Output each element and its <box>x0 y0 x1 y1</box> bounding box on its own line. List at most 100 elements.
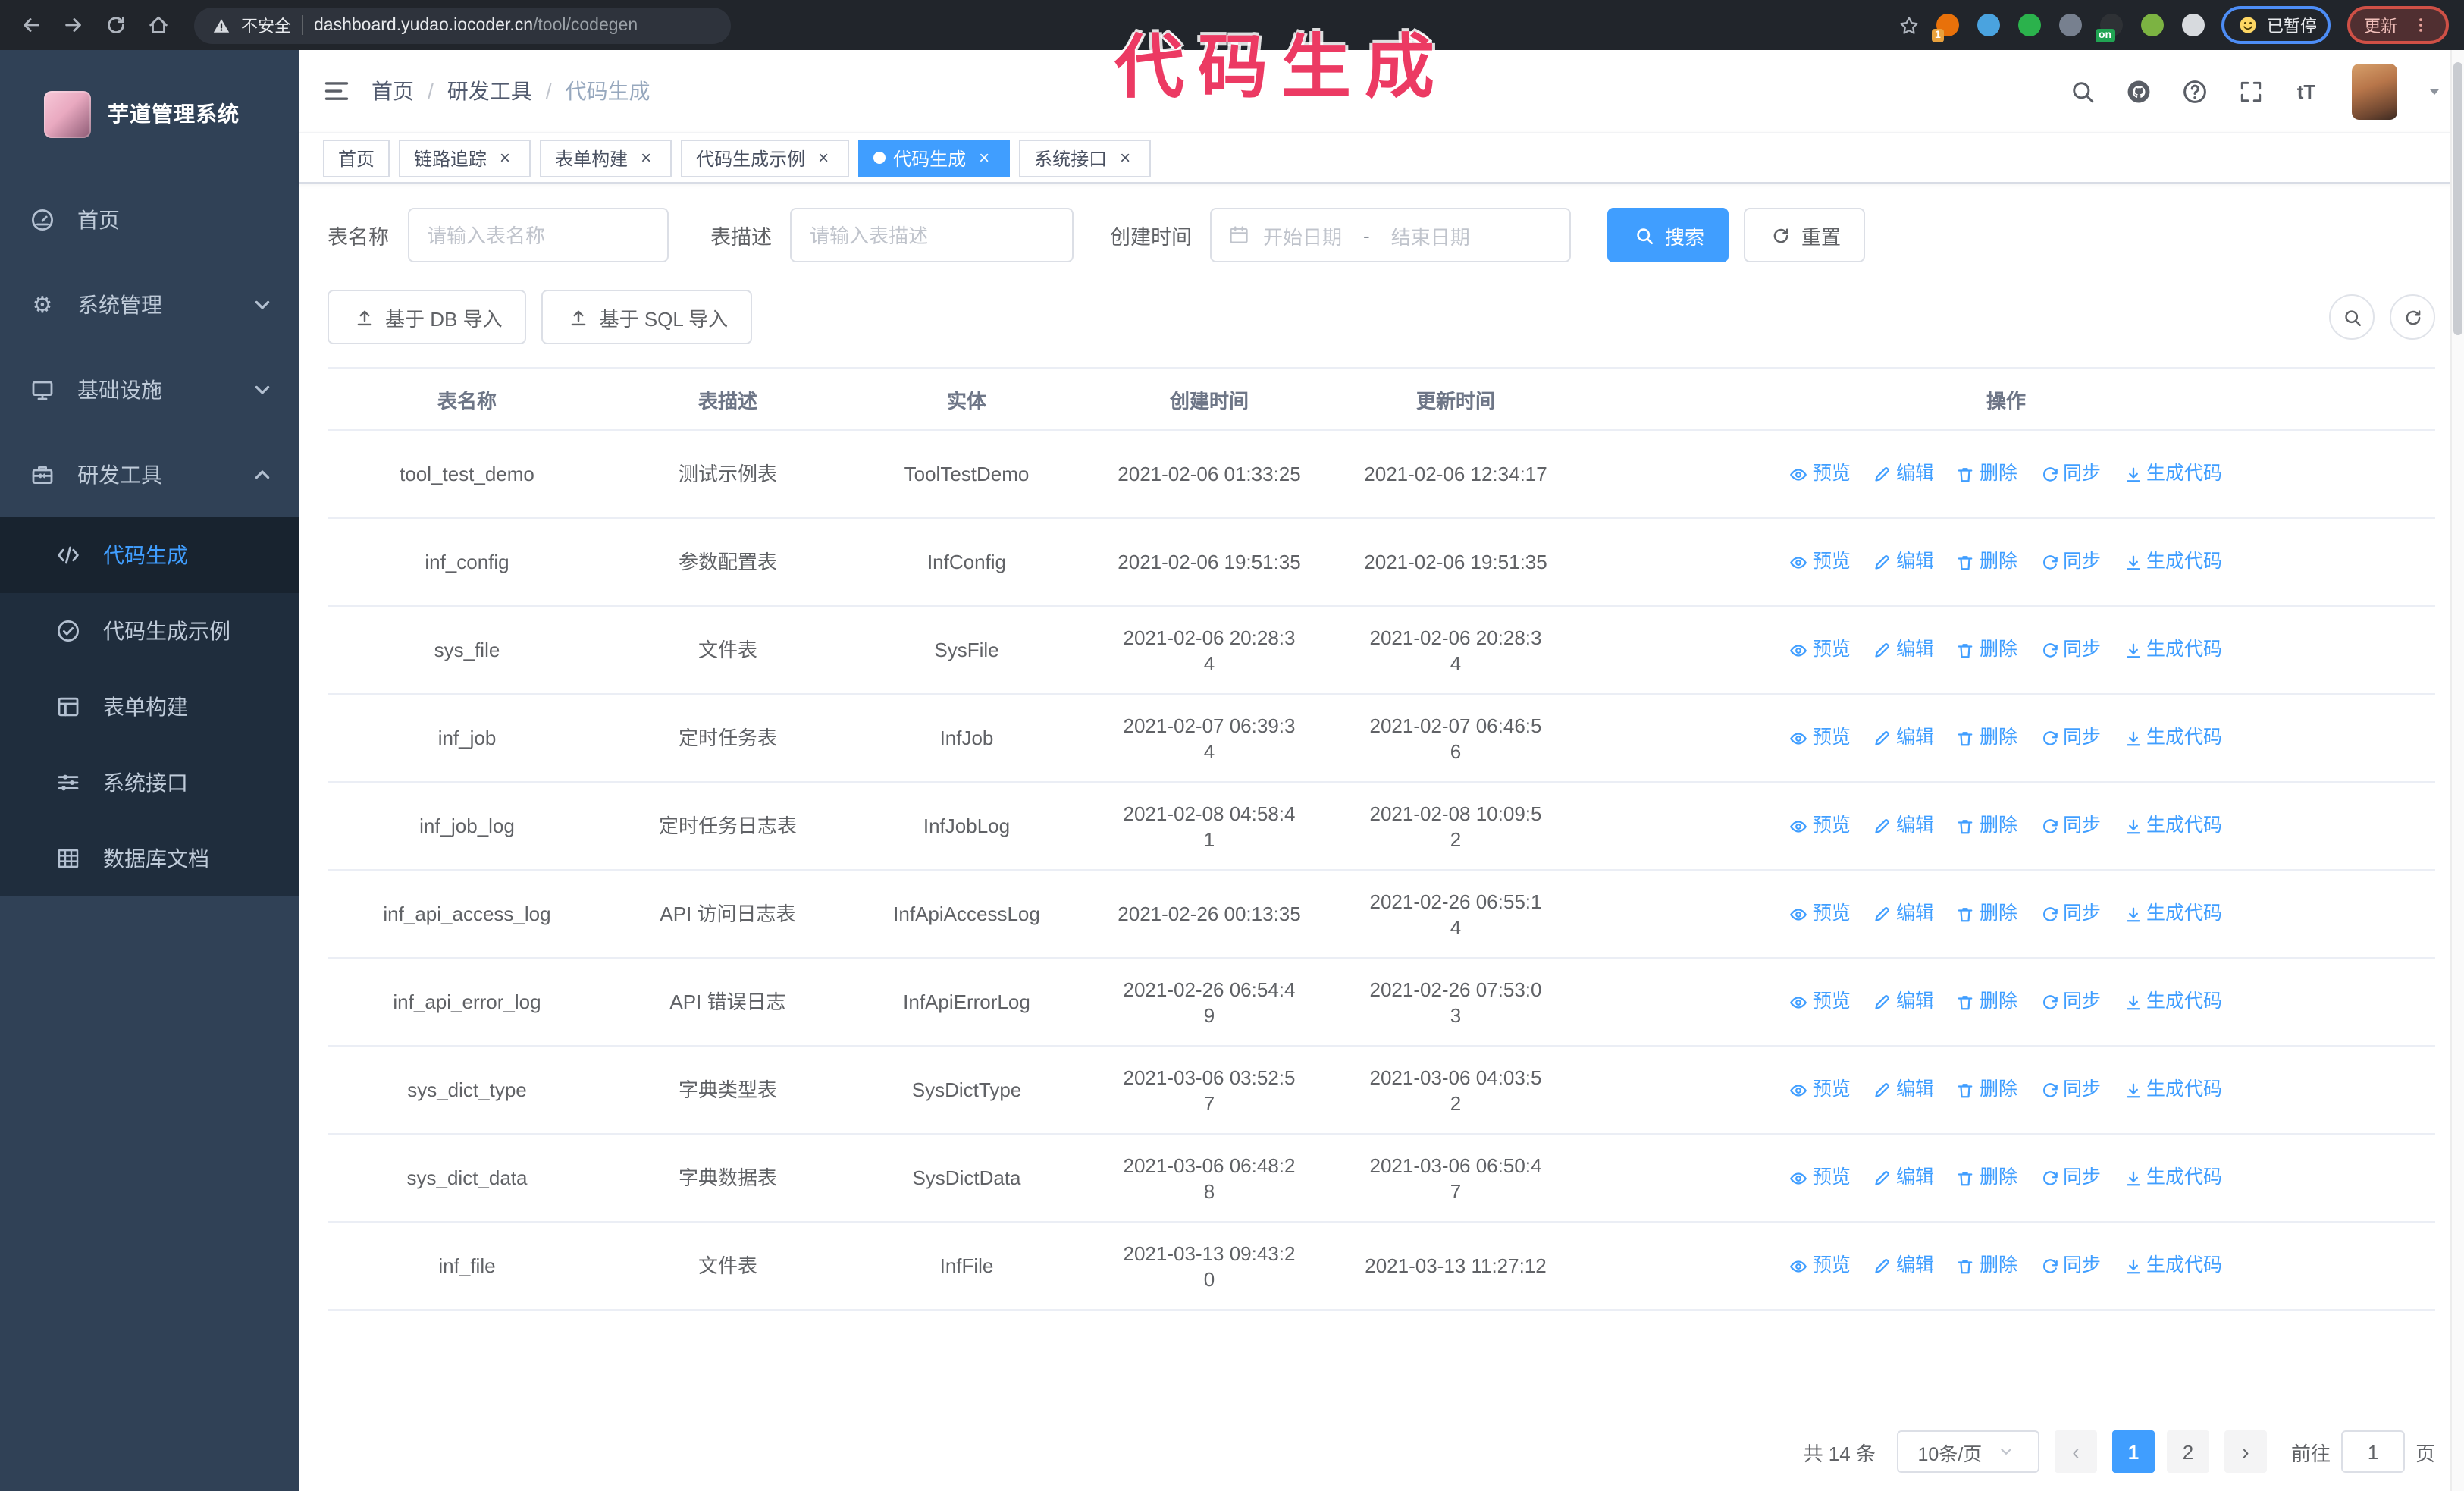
action-generate-code[interactable]: 生成代码 <box>2124 549 2222 575</box>
action-preview[interactable]: 预览 <box>1790 725 1851 751</box>
breadcrumb-item[interactable]: 首页 <box>371 76 414 106</box>
action-preview[interactable]: 预览 <box>1790 989 1851 1015</box>
action-sync[interactable]: 同步 <box>2040 1253 2101 1279</box>
tab-trace[interactable]: 链路追踪 × <box>399 139 531 177</box>
scrollbar-thumb[interactable] <box>2453 62 2462 335</box>
paused-extension-badge[interactable]: 已暂停 <box>2221 6 2331 44</box>
action-edit[interactable]: 编辑 <box>1873 1077 1934 1103</box>
table-search-toggle-button[interactable] <box>2329 294 2375 340</box>
action-edit[interactable]: 编辑 <box>1873 461 1934 487</box>
sidebar-item-system-management[interactable]: ⚙ 系统管理 <box>0 262 299 347</box>
back-icon[interactable] <box>15 10 45 40</box>
sidebar-item-home[interactable]: 首页 <box>0 177 299 262</box>
home-icon[interactable] <box>143 10 173 40</box>
search-icon[interactable] <box>2068 77 2096 105</box>
action-preview[interactable]: 预览 <box>1790 813 1851 839</box>
extension-puzzle-icon[interactable] <box>2182 14 2205 36</box>
close-tab-icon[interactable]: × <box>494 147 516 168</box>
action-generate-code[interactable]: 生成代码 <box>2124 637 2222 663</box>
action-delete[interactable]: 删除 <box>1957 549 2017 575</box>
action-generate-code[interactable]: 生成代码 <box>2124 989 2222 1015</box>
table-refresh-button[interactable] <box>2390 294 2435 340</box>
github-icon[interactable] <box>2124 77 2152 105</box>
action-edit[interactable]: 编辑 <box>1873 901 1934 927</box>
sidebar-item-dev-tools[interactable]: 研发工具 <box>0 432 299 517</box>
security-label[interactable]: 不安全 <box>241 13 291 37</box>
caret-down-icon[interactable] <box>2426 83 2443 99</box>
table-name-input[interactable] <box>407 208 668 262</box>
action-edit[interactable]: 编辑 <box>1873 813 1934 839</box>
next-page-button[interactable]: › <box>2224 1430 2267 1473</box>
start-date-placeholder[interactable]: 开始日期 <box>1263 221 1342 250</box>
action-edit[interactable]: 编辑 <box>1873 549 1934 575</box>
action-delete[interactable]: 删除 <box>1957 461 2017 487</box>
breadcrumb-item[interactable]: 研发工具 <box>447 76 532 106</box>
tab-system-api[interactable]: 系统接口 × <box>1019 139 1152 177</box>
action-sync[interactable]: 同步 <box>2040 989 2101 1015</box>
sidebar-item-infrastructure[interactable]: 基础设施 <box>0 347 299 432</box>
action-edit[interactable]: 编辑 <box>1873 637 1934 663</box>
sidebar-subitem-codegen[interactable]: 代码生成 <box>0 517 299 593</box>
action-delete[interactable]: 删除 <box>1957 989 2017 1015</box>
browser-update-button[interactable]: 更新 <box>2347 6 2449 44</box>
action-sync[interactable]: 同步 <box>2040 1165 2101 1191</box>
action-generate-code[interactable]: 生成代码 <box>2124 813 2222 839</box>
action-edit[interactable]: 编辑 <box>1873 989 1934 1015</box>
tab-codegen[interactable]: 代码生成 × <box>858 139 1011 177</box>
action-generate-code[interactable]: 生成代码 <box>2124 1165 2222 1191</box>
action-generate-code[interactable]: 生成代码 <box>2124 901 2222 927</box>
url-text[interactable]: dashboard.yudao.iocoder.cn/tool/codegen <box>314 16 638 34</box>
extension-gray-icon[interactable] <box>2059 14 2082 36</box>
close-tab-icon[interactable]: × <box>1114 147 1136 168</box>
import-db-button[interactable]: 基于 DB 导入 <box>328 290 527 344</box>
avatar[interactable] <box>2352 63 2397 119</box>
action-delete[interactable]: 删除 <box>1957 1165 2017 1191</box>
action-sync[interactable]: 同步 <box>2040 725 2101 751</box>
tab-form-build[interactable]: 表单构建 × <box>540 139 672 177</box>
tab-codegen-example[interactable]: 代码生成示例 × <box>681 139 850 177</box>
action-sync[interactable]: 同步 <box>2040 813 2101 839</box>
sidebar-subitem-system-api[interactable]: 系统接口 <box>0 745 299 821</box>
fullscreen-icon[interactable] <box>2237 77 2264 105</box>
goto-page-input[interactable] <box>2340 1430 2405 1473</box>
search-button[interactable]: 搜索 <box>1607 208 1729 262</box>
sidebar-subitem-codegen-example[interactable]: 代码生成示例 <box>0 593 299 669</box>
sidebar-subitem-db-doc[interactable]: 数据库文档 <box>0 821 299 896</box>
close-tab-icon[interactable]: × <box>973 147 995 168</box>
close-tab-icon[interactable]: × <box>813 147 834 168</box>
dots-vertical-icon[interactable] <box>2408 13 2432 37</box>
action-preview[interactable]: 预览 <box>1790 1165 1851 1191</box>
extension-dark-icon[interactable]: on <box>2096 14 2123 42</box>
action-sync[interactable]: 同步 <box>2040 549 2101 575</box>
action-edit[interactable]: 编辑 <box>1873 1165 1934 1191</box>
reload-icon[interactable] <box>100 10 130 40</box>
import-sql-button[interactable]: 基于 SQL 导入 <box>541 290 753 344</box>
action-edit[interactable]: 编辑 <box>1873 725 1934 751</box>
action-sync[interactable]: 同步 <box>2040 901 2101 927</box>
table-desc-input[interactable] <box>790 208 1074 262</box>
page-button-1[interactable]: 1 <box>2111 1430 2155 1473</box>
extension-orange-icon[interactable]: 1 <box>1932 14 1959 42</box>
extension-green-check-icon[interactable] <box>2018 14 2041 36</box>
action-preview[interactable]: 预览 <box>1790 1253 1851 1279</box>
action-preview[interactable]: 预览 <box>1790 549 1851 575</box>
page-size-select[interactable]: 10条/页 <box>1896 1430 2039 1473</box>
action-delete[interactable]: 删除 <box>1957 813 2017 839</box>
action-edit[interactable]: 编辑 <box>1873 1253 1934 1279</box>
action-generate-code[interactable]: 生成代码 <box>2124 1253 2222 1279</box>
bookmark-star-icon[interactable] <box>1898 14 1920 36</box>
close-tab-icon[interactable]: × <box>635 147 657 168</box>
font-size-icon[interactable]: tT <box>2293 77 2320 105</box>
tab-home[interactable]: 首页 <box>323 139 390 177</box>
forward-icon[interactable] <box>58 10 88 40</box>
action-preview[interactable]: 预览 <box>1790 901 1851 927</box>
hamburger-icon[interactable] <box>323 77 350 105</box>
page-scrollbar[interactable] <box>2450 50 2464 1491</box>
end-date-placeholder[interactable]: 结束日期 <box>1391 221 1470 250</box>
date-range-picker[interactable]: 开始日期 - 结束日期 <box>1210 208 1571 262</box>
prev-page-button[interactable]: ‹ <box>2054 1430 2097 1473</box>
sidebar-subitem-form-build[interactable]: 表单构建 <box>0 669 299 745</box>
action-delete[interactable]: 删除 <box>1957 725 2017 751</box>
extension-lime-icon[interactable] <box>2141 14 2164 36</box>
action-sync[interactable]: 同步 <box>2040 1077 2101 1103</box>
